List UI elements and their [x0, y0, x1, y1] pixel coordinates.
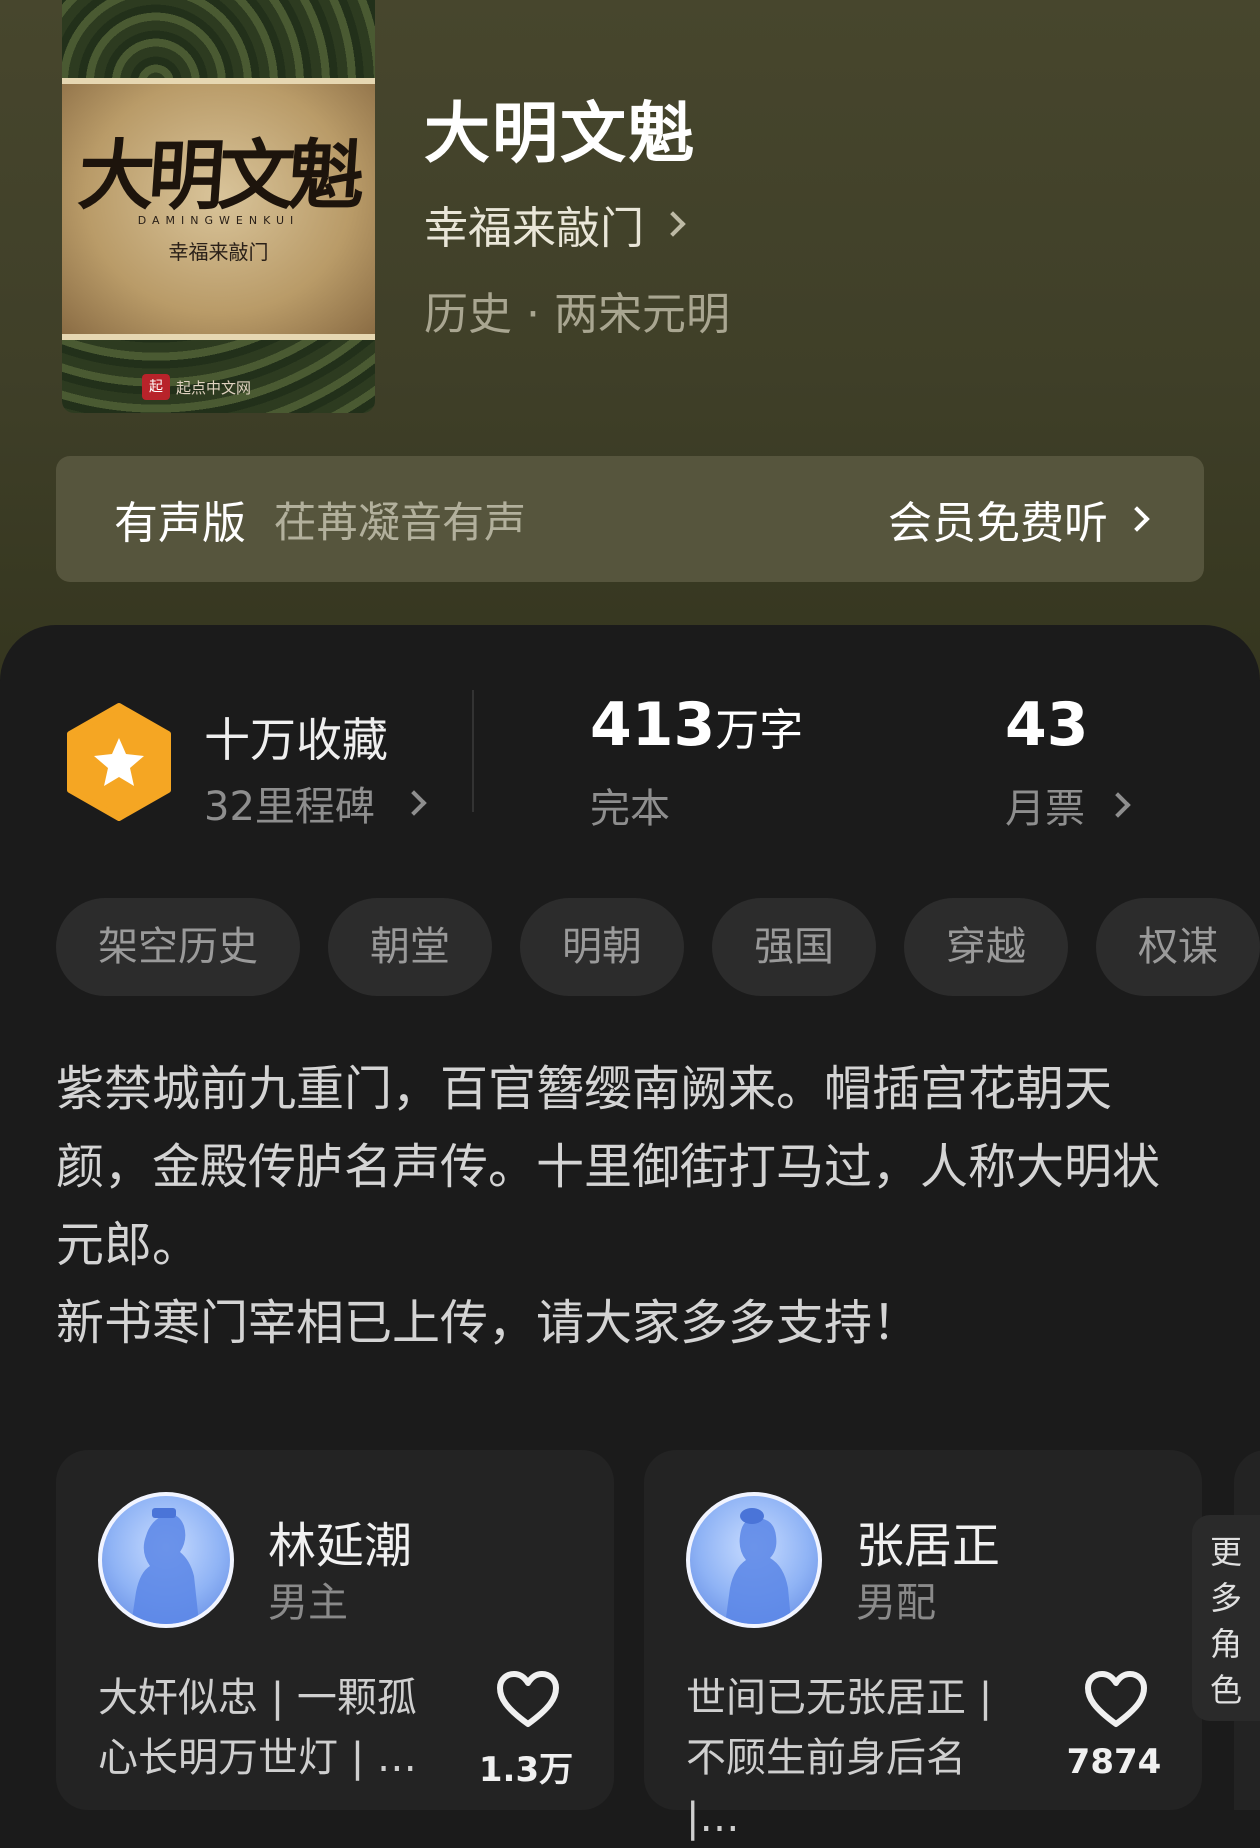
description-line: 紫禁城前九重门，百官簪缨南阙来。帽插宫花朝天颜，金殿传胪名声传。十里御街打马过，… — [56, 1061, 1161, 1273]
character-silhouette-icon — [725, 1508, 792, 1624]
tag-chip[interactable]: 朝堂 — [328, 898, 492, 996]
heart-icon[interactable] — [496, 1670, 560, 1728]
like-count: 7874 — [1066, 1742, 1162, 1782]
qidian-logo-icon: 起 — [142, 374, 170, 400]
character-role: 男配 — [856, 1580, 936, 1626]
milestones-label: 32里程碑 — [204, 784, 375, 830]
audio-version-bar[interactable]: 有声版 茌苒凝音有声 会员免费听 — [56, 456, 1204, 582]
book-genre[interactable]: 历史 · 两宋元明 — [424, 278, 730, 342]
heart-icon[interactable] — [1084, 1670, 1148, 1728]
like-count: 1.3万 — [478, 1750, 574, 1790]
collection-count: 十万收藏 — [204, 713, 388, 767]
monthly-votes-value: 43 — [1005, 690, 1089, 760]
chevron-right-icon — [401, 790, 427, 816]
audio-narrator: 茌苒凝音有声 — [274, 497, 527, 547]
character-name: 林延潮 — [268, 1518, 413, 1574]
cover-title: 大明文魁 — [75, 131, 362, 220]
book-title: 大明文魁 — [424, 94, 696, 172]
character-silhouette-icon — [131, 1508, 200, 1624]
tag-list: 架空历史 朝堂 明朝 强国 穿越 权谋 — [56, 898, 1260, 996]
character-card[interactable]: 林延潮 男主 大奸似忠 | 一颗孤心长明万世灯 | … 1.3万 — [56, 1450, 614, 1810]
audio-label: 有声版 — [114, 498, 246, 549]
listen-free-label: 会员免费听 — [888, 498, 1108, 549]
description-line: 新书寒门宰相已上传，请大家多多支持！ — [56, 1295, 921, 1351]
publisher-name: 起点中文网 — [176, 378, 252, 397]
stats-divider — [472, 690, 474, 812]
publisher-logo: 起 起点中文网 — [142, 372, 302, 402]
monthly-votes-label: 月票 — [1005, 786, 1085, 832]
listen-free-button[interactable]: 会员免费听 — [888, 487, 1150, 551]
tag-chip[interactable]: 穿越 — [904, 898, 1068, 996]
star-badge-icon — [67, 703, 171, 821]
character-avatar — [98, 1492, 234, 1628]
tag-chip[interactable]: 权谋 — [1096, 898, 1260, 996]
word-count-unit: 万字 — [715, 705, 804, 756]
character-tags: 大奸似忠 | 一颗孤心长明万世灯 | … — [98, 1675, 417, 1781]
stats-row: 十万收藏 32里程碑 413万字 完本 43 月票 — [0, 690, 1260, 840]
cover-title-band: 大明文魁 DAMINGWENKUI 幸福来敲门 — [62, 78, 375, 340]
word-count: 413万字 — [590, 690, 803, 760]
more-characters-button[interactable]: 更多角色 — [1192, 1515, 1260, 1721]
chevron-right-icon — [1124, 506, 1150, 532]
character-tags: 世间已无张居正 | 不顾生前身后名 |… — [686, 1675, 993, 1841]
monthly-votes-link[interactable]: 月票 — [1005, 776, 1131, 834]
cover-author: 幸福来敲门 — [168, 240, 269, 264]
cover-pinyin: DAMINGWENKUI — [137, 214, 300, 227]
tag-chip[interactable]: 架空历史 — [56, 898, 300, 996]
book-cover[interactable]: 大明文魁 DAMINGWENKUI 幸福来敲门 起 起点中文网 — [62, 0, 375, 413]
completion-status: 完本 — [590, 786, 670, 832]
chevron-right-icon — [1105, 792, 1131, 818]
author-name: 幸福来敲门 — [424, 203, 644, 254]
character-avatar — [686, 1492, 822, 1628]
character-name: 张居正 — [856, 1518, 1001, 1574]
word-count-value: 413 — [590, 690, 716, 760]
tag-chip[interactable]: 明朝 — [520, 898, 684, 996]
character-card[interactable]: 张居正 男配 世间已无张居正 | 不顾生前身后名 |… 7874 — [644, 1450, 1202, 1841]
book-description[interactable]: 紫禁城前九重门，百官簪缨南阙来。帽插宫花朝天颜，金殿传胪名声传。十里御街打马过，… — [56, 1050, 1206, 1362]
author-link[interactable]: 幸福来敲门 — [424, 192, 686, 256]
tag-chip[interactable]: 强国 — [712, 898, 876, 996]
milestones-link[interactable]: 32里程碑 — [204, 774, 427, 832]
character-role: 男主 — [268, 1580, 348, 1626]
chevron-right-icon — [660, 211, 686, 237]
